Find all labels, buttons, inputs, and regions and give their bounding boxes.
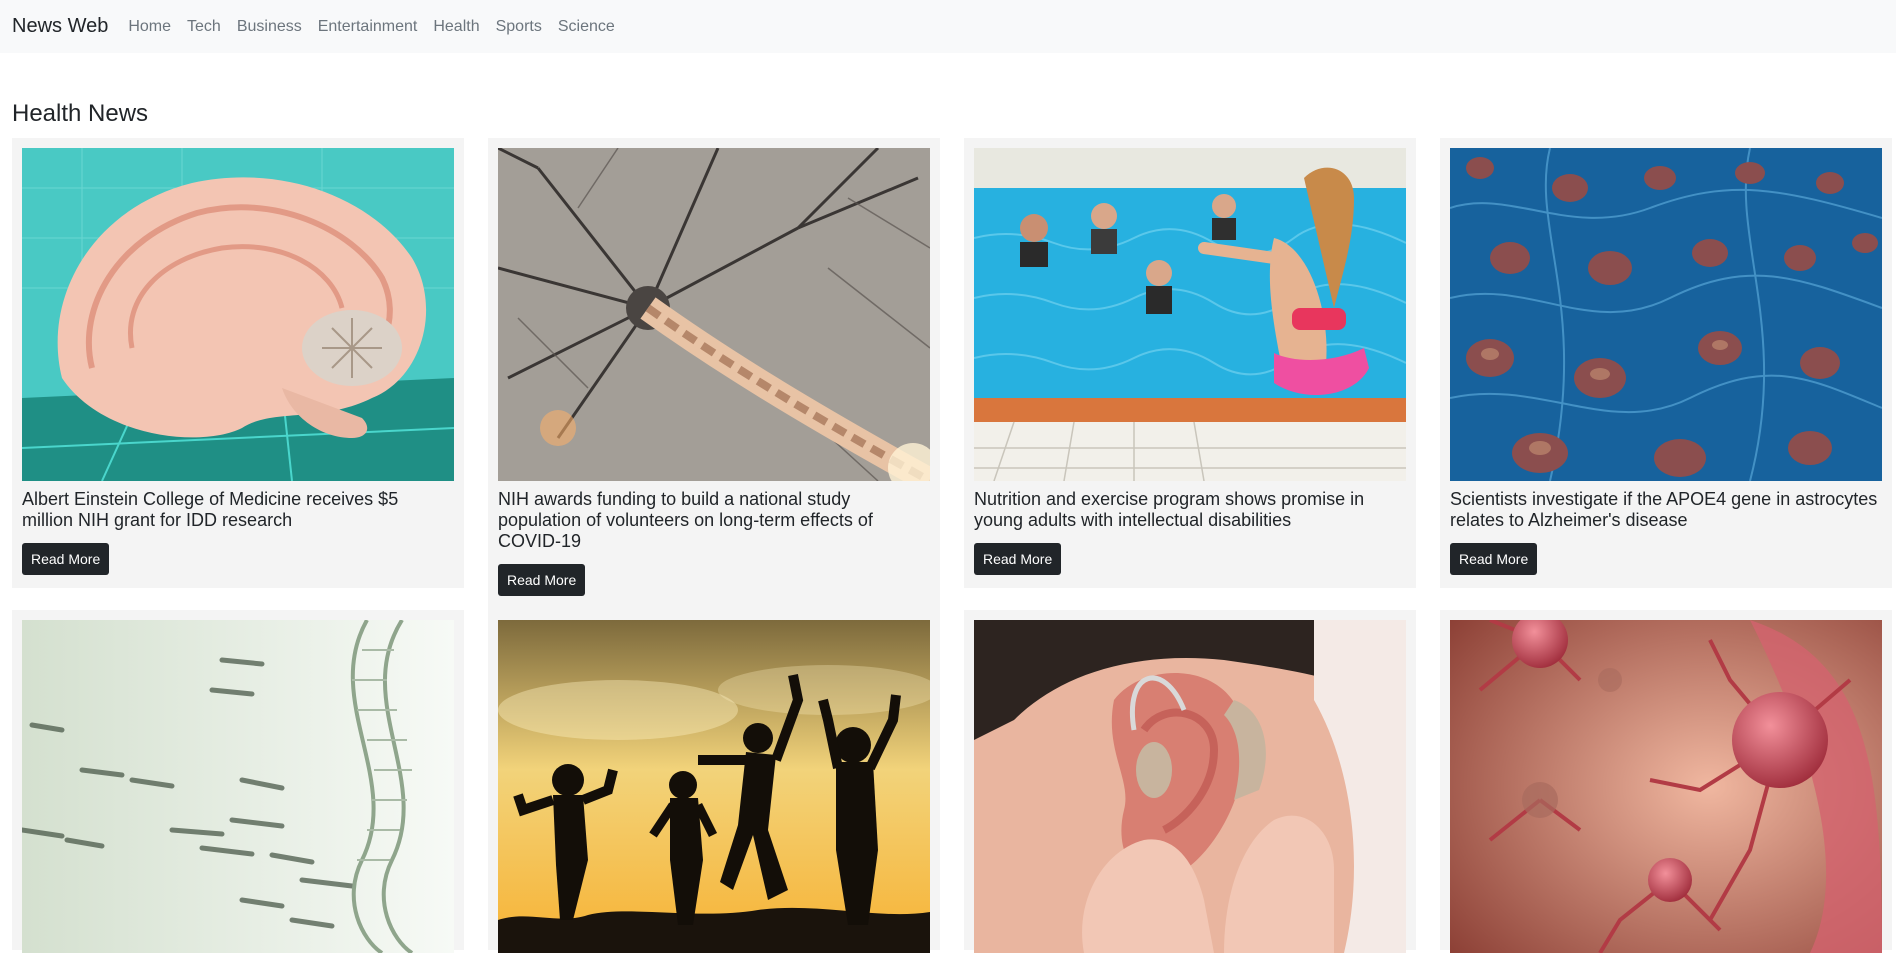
cancer-cells-image[interactable] — [1450, 620, 1882, 953]
news-card — [964, 610, 1416, 953]
card-title[interactable]: Scientists investigate if the APOE4 gene… — [1450, 489, 1882, 531]
nav-link-science[interactable]: Science — [558, 18, 615, 36]
news-card — [488, 610, 940, 953]
cells-image[interactable] — [1450, 148, 1882, 481]
card-title[interactable]: Albert Einstein College of Medicine rece… — [22, 489, 454, 531]
news-card — [12, 610, 464, 953]
nav-link-tech[interactable]: Tech — [187, 18, 221, 36]
read-more-button[interactable]: Read More — [974, 543, 1062, 575]
news-card: NIH awards funding to build a national s… — [488, 138, 940, 610]
children-silhouettes-image[interactable] — [498, 620, 930, 953]
nav-link-home[interactable]: Home — [128, 18, 171, 36]
neuron-image[interactable] — [498, 148, 930, 481]
hearing-aid-image[interactable] — [974, 620, 1406, 953]
card-title[interactable]: Nutrition and exercise program shows pro… — [974, 489, 1406, 531]
news-card: Albert Einstein College of Medicine rece… — [12, 138, 464, 588]
card-title[interactable]: NIH awards funding to build a national s… — [498, 489, 930, 552]
news-card: Nutrition and exercise program shows pro… — [964, 138, 1416, 588]
top-navbar: News Web Home Tech Business Entertainmen… — [0, 0, 1896, 53]
pool-exercise-image[interactable] — [974, 148, 1406, 481]
read-more-button[interactable]: Read More — [498, 564, 586, 596]
news-card — [1440, 610, 1892, 953]
dna-gel-image[interactable] — [22, 620, 454, 953]
nav-link-business[interactable]: Business — [237, 18, 302, 36]
read-more-button[interactable]: Read More — [22, 543, 110, 575]
read-more-button[interactable]: Read More — [1450, 543, 1538, 575]
nav-link-health[interactable]: Health — [433, 18, 479, 36]
news-card: Scientists investigate if the APOE4 gene… — [1440, 138, 1892, 588]
nav-link-sports[interactable]: Sports — [496, 18, 542, 36]
page-title: Health News — [12, 100, 149, 127]
nav-link-entertainment[interactable]: Entertainment — [318, 18, 418, 36]
brain-model-image[interactable] — [22, 148, 454, 481]
brand-logo-link[interactable]: News Web — [12, 15, 108, 38]
